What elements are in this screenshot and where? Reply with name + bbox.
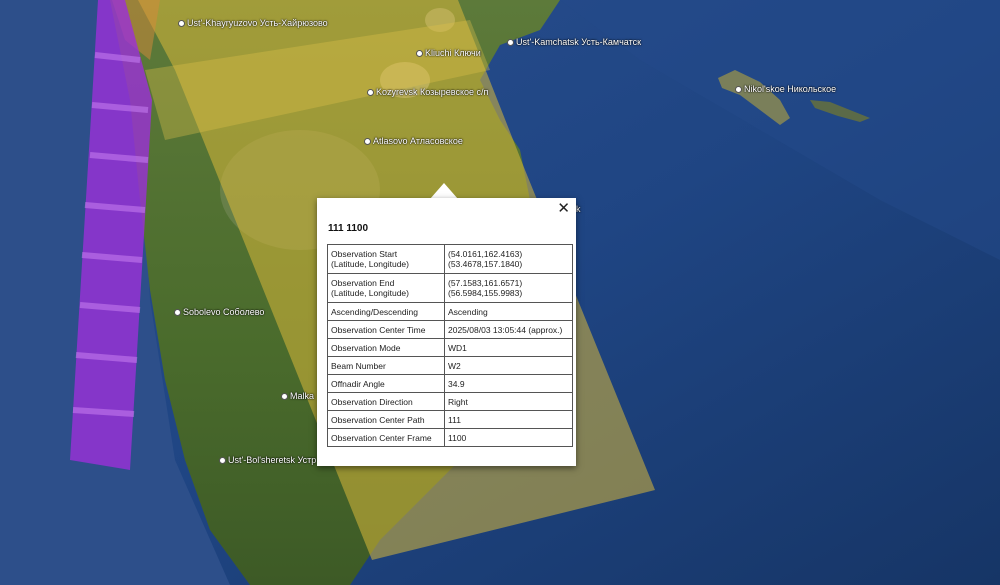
table-row: Ascending/Descending Ascending (327, 302, 573, 321)
row-value: (54.0161,162.4163) (53.4678,157.1840) (444, 244, 573, 274)
row-key: Beam Number (327, 356, 445, 375)
place-marker-icon (281, 393, 288, 401)
row-key: Ascending/Descending (327, 302, 445, 321)
place-marker-icon (178, 20, 185, 28)
place-marker-icon (219, 457, 226, 465)
table-row: Observation Direction Right (327, 392, 573, 411)
row-key: Observation Mode (327, 338, 445, 357)
table-row: Observation Center Frame 1100 (327, 428, 573, 447)
row-key: Observation Direction (327, 392, 445, 411)
place-ust-khayryuzovo[interactable]: Ust'-Khayryuzovo Усть-Хайрюзово (178, 18, 328, 28)
place-label-partial: k (576, 204, 581, 214)
place-marker-icon (364, 138, 371, 146)
place-marker-icon (367, 89, 374, 97)
row-key: Observation End (Latitude, Longitude) (327, 273, 445, 303)
place-kozyrevsk[interactable]: Kozyrevsk Козыревское с/п (367, 87, 488, 97)
table-row: Offnadir Angle 34.9 (327, 374, 573, 393)
table-row: Beam Number W2 (327, 356, 573, 375)
table-row: Observation Center Path 111 (327, 410, 573, 429)
place-marker-icon (507, 39, 514, 47)
row-value: W2 (444, 356, 573, 375)
table-row: Observation Center Time 2025/08/03 13:05… (327, 320, 573, 339)
place-nikolskoe[interactable]: Nikol'skoe Никольское (735, 84, 836, 94)
table-row: Observation Mode WD1 (327, 338, 573, 357)
observation-info-popup: ✕ 111 1100 Observation Start (Latitude, … (317, 198, 576, 466)
place-sobolevo[interactable]: Sobolevo Соболево (174, 307, 264, 317)
row-value: 111 (444, 410, 573, 429)
row-key: Offnadir Angle (327, 374, 445, 393)
place-ust-kamchatsk[interactable]: Ust'-Kamchatsk Усть-Камчатск (507, 37, 641, 47)
table-row: Observation End (Latitude, Longitude) (5… (327, 273, 573, 303)
place-marker-icon (735, 86, 742, 94)
row-value: Right (444, 392, 573, 411)
row-key: Observation Center Path (327, 410, 445, 429)
place-ust-bolsheretsk[interactable]: Ust'-Bol'sheretsk Устр (219, 455, 316, 465)
row-key: Observation Center Frame (327, 428, 445, 447)
popup-pointer (430, 183, 458, 199)
row-value: 34.9 (444, 374, 573, 393)
row-key: Observation Center Time (327, 320, 445, 339)
place-marker-icon (416, 50, 423, 58)
row-value: WD1 (444, 338, 573, 357)
row-value: 2025/08/03 13:05:44 (approx.) (444, 320, 573, 339)
row-value: Ascending (444, 302, 573, 321)
place-kliuchi[interactable]: Kliuchi Ключи (416, 48, 481, 58)
place-atlasovo[interactable]: Atlasovo Атласовское (364, 136, 463, 146)
row-value: 1100 (444, 428, 573, 447)
row-value: (57.1583,161.6571) (56.5984,155.9983) (444, 273, 573, 303)
table-row: Observation Start (Latitude, Longitude) … (327, 244, 573, 274)
close-icon[interactable]: ✕ (557, 200, 570, 216)
observation-info-table: Observation Start (Latitude, Longitude) … (327, 244, 573, 447)
place-malka[interactable]: Malka (281, 391, 314, 401)
row-key: Observation Start (Latitude, Longitude) (327, 244, 445, 274)
popup-title: 111 1100 (328, 223, 369, 234)
place-marker-icon (174, 309, 181, 317)
